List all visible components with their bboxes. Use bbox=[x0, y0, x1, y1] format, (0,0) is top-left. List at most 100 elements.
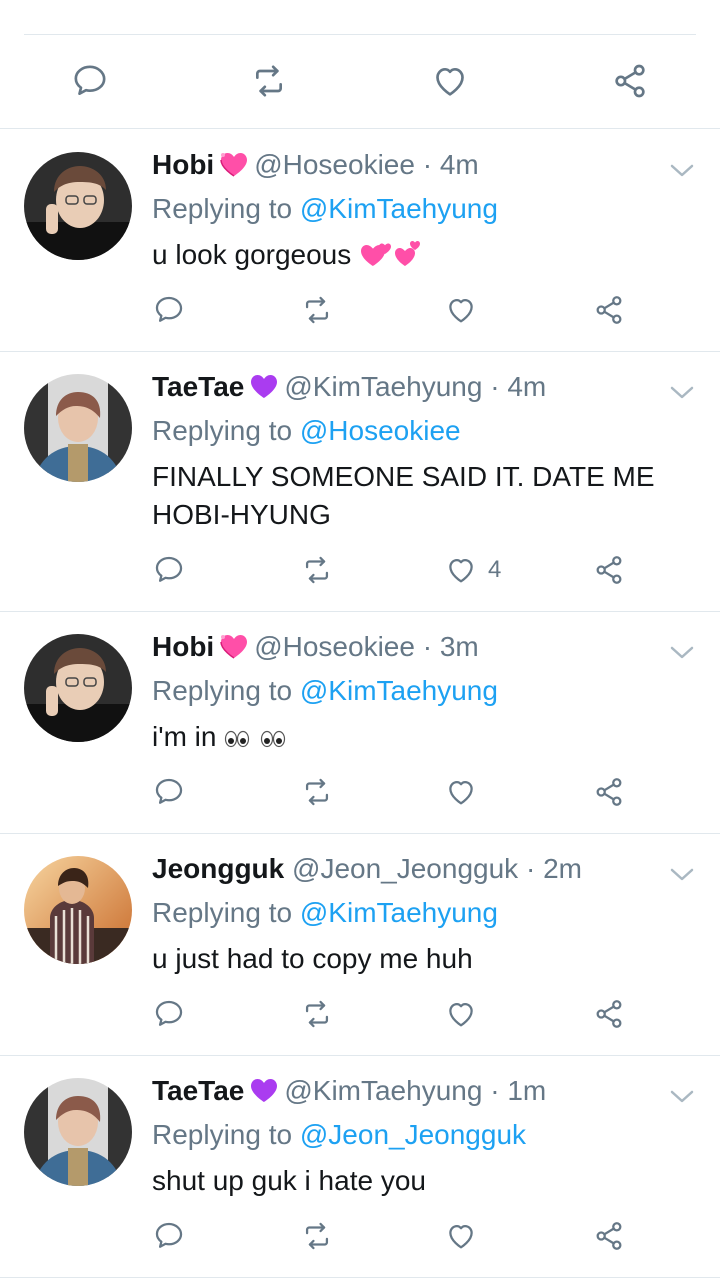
replying-to: Replying to @KimTaehyung bbox=[152, 192, 498, 226]
tweet-card[interactable]: TaeTae @KimTaehyung · 4m Replying to @Hos… bbox=[0, 352, 720, 610]
reply-icon bbox=[155, 1222, 183, 1248]
share-icon bbox=[596, 296, 622, 324]
like-icon bbox=[449, 1002, 473, 1027]
retweet-icon bbox=[255, 65, 282, 97]
share-button[interactable] bbox=[592, 290, 626, 330]
top-divider bbox=[24, 34, 696, 35]
main-reply-button[interactable] bbox=[66, 58, 114, 104]
reply-icon bbox=[155, 556, 183, 582]
chevron-down-icon[interactable] bbox=[668, 382, 696, 402]
like-button[interactable] bbox=[444, 290, 488, 330]
tweet-card[interactable]: Hobi @Hoseokiee · 3m Replying to @KimTaeh… bbox=[0, 612, 720, 832]
replying-to-label: Replying to bbox=[152, 1119, 293, 1150]
two-hearts-emoji bbox=[359, 238, 423, 278]
like-icon bbox=[436, 68, 464, 96]
reply-button[interactable] bbox=[152, 290, 186, 330]
like-button[interactable] bbox=[444, 772, 488, 812]
tweet-text: FINALLY SOMEONE SAID IT. DATE ME HOBI-HY… bbox=[152, 461, 655, 530]
share-icon bbox=[596, 1000, 622, 1028]
like-button[interactable]: 4 bbox=[444, 550, 501, 590]
handle[interactable]: @Hoseokiee bbox=[254, 631, 415, 662]
retweet-button[interactable] bbox=[300, 550, 334, 590]
timestamp[interactable]: 4m bbox=[440, 149, 479, 180]
tweet-text: i'm in bbox=[152, 718, 692, 760]
separator-dot: · bbox=[422, 149, 433, 180]
chevron-down-icon[interactable] bbox=[668, 160, 696, 180]
like-icon bbox=[449, 558, 473, 583]
retweet-icon bbox=[305, 1000, 329, 1028]
tweet-header: TaeTae @KimTaehyung · 4m bbox=[152, 370, 546, 408]
replying-to-label: Replying to bbox=[152, 675, 293, 706]
reply-button[interactable] bbox=[152, 1216, 186, 1256]
like-icon bbox=[449, 298, 473, 323]
chevron-down-icon[interactable] bbox=[668, 642, 696, 662]
reply-icon bbox=[155, 296, 183, 322]
tweet-text-content: u look gorgeous bbox=[152, 239, 352, 270]
like-button[interactable] bbox=[444, 1216, 488, 1256]
tweet-card[interactable]: Hobi @Hoseokiee · 4m Replying to @KimTaeh… bbox=[0, 130, 720, 350]
timestamp[interactable]: 1m bbox=[507, 1075, 546, 1106]
reply-button[interactable] bbox=[152, 994, 186, 1034]
reply-mention-link[interactable]: @KimTaehyung bbox=[300, 193, 498, 224]
timestamp[interactable]: 4m bbox=[507, 371, 546, 402]
display-name[interactable]: Hobi bbox=[152, 631, 214, 662]
like-icon bbox=[449, 1224, 473, 1249]
main-retweet-button[interactable] bbox=[245, 58, 293, 104]
timestamp[interactable]: 2m bbox=[543, 853, 582, 884]
share-icon bbox=[596, 778, 622, 806]
reply-mention-link[interactable]: @KimTaehyung bbox=[300, 675, 498, 706]
like-count: 4 bbox=[488, 556, 502, 583]
like-button[interactable] bbox=[444, 994, 488, 1034]
reply-icon bbox=[155, 778, 183, 804]
like-icon bbox=[449, 780, 473, 805]
reply-mention-link[interactable]: @Hoseokiee bbox=[300, 415, 461, 446]
retweet-button[interactable] bbox=[300, 290, 334, 330]
timestamp[interactable]: 3m bbox=[440, 631, 479, 662]
avatar[interactable] bbox=[24, 1078, 132, 1186]
display-name[interactable]: Jeongguk bbox=[152, 853, 284, 884]
purple-heart-emoji bbox=[248, 372, 280, 408]
avatar[interactable] bbox=[24, 634, 132, 742]
tweet-header: Hobi @Hoseokiee · 4m bbox=[152, 148, 479, 186]
display-name[interactable]: TaeTae bbox=[152, 1075, 244, 1106]
reply-icon bbox=[155, 1000, 183, 1026]
retweet-button[interactable] bbox=[300, 772, 334, 812]
display-name[interactable]: Hobi bbox=[152, 149, 214, 180]
avatar[interactable] bbox=[24, 374, 132, 482]
heart-sparkle-emoji bbox=[218, 632, 250, 668]
tweet-card[interactable]: Jeongguk @Jeon_Jeongguk · 2m Replying to… bbox=[0, 834, 720, 1054]
main-share-button[interactable] bbox=[606, 58, 654, 104]
retweet-button[interactable] bbox=[300, 994, 334, 1034]
reply-icon bbox=[74, 65, 106, 95]
avatar[interactable] bbox=[24, 856, 132, 964]
share-icon bbox=[596, 556, 622, 584]
share-button[interactable] bbox=[592, 772, 626, 812]
handle[interactable]: @KimTaehyung bbox=[284, 371, 482, 402]
share-button[interactable] bbox=[592, 550, 626, 590]
reply-button[interactable] bbox=[152, 772, 186, 812]
reply-mention-link[interactable]: @KimTaehyung bbox=[300, 897, 498, 928]
reply-mention-link[interactable]: @Jeon_Jeongguk bbox=[300, 1119, 526, 1150]
chevron-down-icon[interactable] bbox=[668, 1086, 696, 1106]
handle[interactable]: @Hoseokiee bbox=[254, 149, 415, 180]
main-like-button[interactable] bbox=[426, 58, 474, 104]
share-button[interactable] bbox=[592, 1216, 626, 1256]
avatar[interactable] bbox=[24, 152, 132, 260]
chevron-down-icon[interactable] bbox=[668, 864, 696, 884]
share-button[interactable] bbox=[592, 994, 626, 1034]
tweet-card[interactable]: TaeTae @KimTaehyung · 1m Replying to @Jeo… bbox=[0, 1056, 720, 1278]
replying-to: Replying to @KimTaehyung bbox=[152, 674, 498, 708]
tweet-text: shut up guk i hate you bbox=[152, 1165, 426, 1196]
divider bbox=[0, 1277, 720, 1278]
handle[interactable]: @Jeon_Jeongguk bbox=[292, 853, 518, 884]
retweet-button[interactable] bbox=[300, 1216, 334, 1256]
share-icon bbox=[615, 64, 645, 98]
tweet-text: u look gorgeous bbox=[152, 236, 692, 278]
display-name[interactable]: TaeTae bbox=[152, 371, 244, 402]
handle[interactable]: @KimTaehyung bbox=[284, 1075, 482, 1106]
separator-dot: · bbox=[525, 853, 536, 884]
heart-sparkle-emoji bbox=[218, 150, 250, 186]
retweet-icon bbox=[305, 1222, 329, 1250]
purple-heart-emoji bbox=[248, 1076, 280, 1112]
reply-button[interactable] bbox=[152, 550, 186, 590]
